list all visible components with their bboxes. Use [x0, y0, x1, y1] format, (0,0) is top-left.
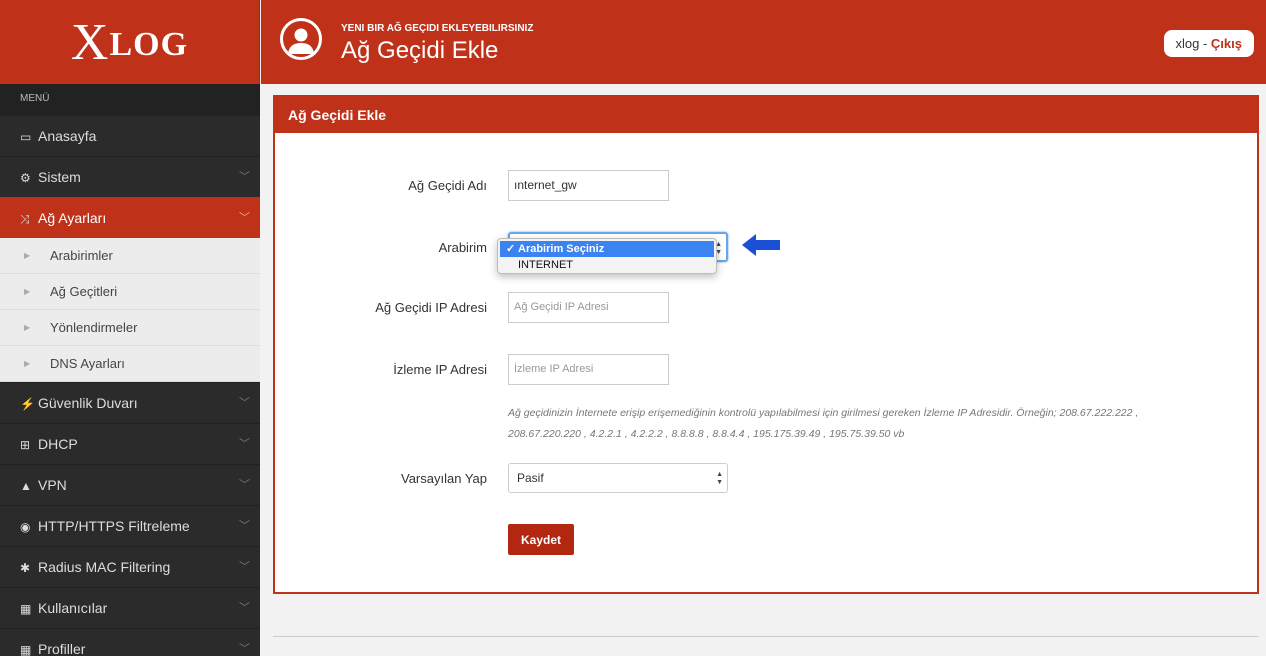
- xlog-logo[interactable]: XLOG: [71, 13, 188, 72]
- monitor-ip-help-text: Ağ geçidinizin İnternete erişip erişemed…: [508, 407, 1139, 440]
- checkmark-icon: ✓: [506, 243, 516, 255]
- grid-icon: ▦: [20, 643, 32, 656]
- chevron-down-icon: ﹀: [239, 479, 250, 491]
- gears-icon: ⚙: [20, 171, 31, 185]
- sidebar-item-vpn[interactable]: ▲ VPN ﹀: [0, 464, 260, 505]
- page-title: Ağ Geçidi Ekle: [341, 37, 499, 64]
- caret-right-icon: ▶: [24, 359, 31, 368]
- caret-right-icon: ▶: [24, 323, 31, 332]
- submenu-item-label: Arabirimler: [50, 248, 113, 263]
- sidebar-item-label: Profiller: [38, 641, 86, 656]
- topbar: YENI BIR AĞ GEÇIDI EKLEYEBILIRSINIZ Ağ G…: [261, 0, 1266, 84]
- chevron-down-icon: ﹀: [239, 212, 250, 224]
- chevron-down-icon: ﹀: [239, 602, 250, 614]
- chevron-down-icon: ﹀: [239, 561, 250, 573]
- logout-link[interactable]: Çıkış: [1211, 36, 1242, 51]
- submenu-item-label: Ağ Geçitleri: [50, 284, 118, 299]
- page-subtitle: YENI BIR AĞ GEÇIDI EKLEYEBILIRSINIZ: [341, 23, 534, 34]
- username: xlog: [1175, 36, 1200, 51]
- annotation-arrow-icon: [742, 234, 780, 256]
- select-arrows-icon: ▲ ▼: [716, 471, 723, 486]
- gateway-ip-input[interactable]: Ağ Geçidi IP Adresi: [508, 292, 669, 323]
- submenu-item-label: Yönlendirmeler: [50, 320, 138, 335]
- save-button[interactable]: Kaydet: [508, 524, 574, 555]
- sidebar-item-label: HTTP/HTTPS Filtreleme: [38, 518, 190, 534]
- sidebar-item-label: Sistem: [38, 169, 81, 185]
- sidebar-item-label: Kullanıcılar: [38, 600, 108, 616]
- sidebar: MENÜ ▭ Anasayfa ⚙ Sistem ﹀ ⤨ Ağ Ayarları ﹀ ▶ Arab…: [0, 84, 260, 656]
- laptop-icon: ▭: [20, 130, 32, 144]
- sidebar-item-g-venlik-duvar-[interactable]: ⚡ Güvenlik Duvarı ﹀: [0, 382, 260, 423]
- gateway-name-input[interactable]: ınternet_gw: [508, 170, 669, 201]
- caret-right-icon: ▶: [24, 251, 31, 260]
- sidebar-item-label: Anasayfa: [38, 128, 97, 144]
- sidebar-item-profiller[interactable]: ▦ Profiller ﹀: [0, 628, 260, 656]
- submenu-item-label: DNS Ayarları: [50, 356, 125, 371]
- interface-option-internet[interactable]: INTERNET: [498, 257, 716, 273]
- chevron-down-icon: ﹀: [239, 438, 250, 450]
- sidebar-item-label: Ağ Ayarları: [38, 210, 107, 226]
- submenu-item[interactable]: ▶ DNS Ayarları: [0, 346, 260, 382]
- asterisk-icon: ✱: [20, 561, 31, 575]
- sitemap-icon: ⊞: [20, 438, 31, 452]
- submenu-item[interactable]: ▶ Arabirimler: [0, 238, 260, 274]
- sidebar-item-sistem[interactable]: ⚙ Sistem ﹀: [0, 156, 260, 197]
- road-icon: ▲: [20, 479, 32, 493]
- sidebar-item-dhcp[interactable]: ⊞ DHCP ﹀: [0, 423, 260, 464]
- user-menu[interactable]: xlog - Çıkış: [1163, 30, 1254, 57]
- chevron-down-icon: ﹀: [239, 643, 250, 655]
- bolt-icon: ⚡: [20, 397, 35, 411]
- default-select-value: Pasif: [517, 471, 544, 485]
- sidebar-item-label: Radius MAC Filtering: [38, 559, 171, 575]
- monitor-ip-input[interactable]: İzleme IP Adresi: [508, 354, 669, 385]
- gateway-name-label: Ağ Geçidi Adı: [408, 178, 487, 193]
- logo-area: XLOG: [0, 0, 260, 84]
- sidebar-item-a-ayarlar-[interactable]: ⤨ Ağ Ayarları ﹀: [0, 197, 260, 238]
- caret-right-icon: ▶: [24, 287, 31, 296]
- sidebar-item-http-https-filtreleme[interactable]: ◉ HTTP/HTTPS Filtreleme ﹀: [0, 505, 260, 546]
- chevron-down-icon: ﹀: [239, 171, 250, 183]
- grid-icon: ▦: [20, 602, 32, 616]
- gateway-ip-label: Ağ Geçidi IP Adresi: [375, 300, 487, 315]
- default-select[interactable]: Pasif ▲ ▼: [508, 463, 728, 493]
- default-label: Varsayılan Yap: [401, 471, 487, 486]
- add-gateway-panel: Ağ Geçidi Ekle Ağ Geçidi Adı ınternet_gw…: [273, 95, 1259, 594]
- sidebar-item-anasayfa[interactable]: ▭ Anasayfa: [0, 115, 260, 156]
- monitor-ip-label: İzleme IP Adresi: [393, 362, 487, 377]
- sidebar-item-kullan-c-lar[interactable]: ▦ Kullanıcılar ﹀: [0, 587, 260, 628]
- shuffle-icon: ⤨: [20, 212, 30, 226]
- divider: [273, 636, 1259, 637]
- submenu-item[interactable]: ▶ Yönlendirmeler: [0, 310, 260, 346]
- sidebar-item-label: VPN: [38, 477, 67, 493]
- sidebar-item-radius-mac-filtering[interactable]: ✱ Radius MAC Filtering ﹀: [0, 546, 260, 587]
- interface-dropdown[interactable]: ✓ Arabirim Seçiniz INTERNET: [497, 238, 717, 274]
- eye-slash-icon: ◉: [20, 520, 31, 534]
- interface-label: Arabirim: [438, 240, 487, 255]
- sidebar-item-label: DHCP: [38, 436, 78, 452]
- sidebar-item-label: Güvenlik Duvarı: [38, 395, 138, 411]
- user-avatar-icon: [280, 18, 322, 60]
- submenu-item[interactable]: ▶ Ağ Geçitleri: [0, 274, 260, 310]
- interface-option-placeholder[interactable]: ✓ Arabirim Seçiniz: [500, 241, 714, 257]
- chevron-down-icon: ﹀: [239, 520, 250, 532]
- network-submenu: ▶ Arabirimler ▶ Ağ Geçitleri ▶ Yönlendirmeler…: [0, 238, 260, 382]
- panel-heading: Ağ Geçidi Ekle: [275, 97, 1257, 133]
- chevron-down-icon: ﹀: [239, 397, 250, 409]
- menu-label: MENÜ: [0, 84, 260, 115]
